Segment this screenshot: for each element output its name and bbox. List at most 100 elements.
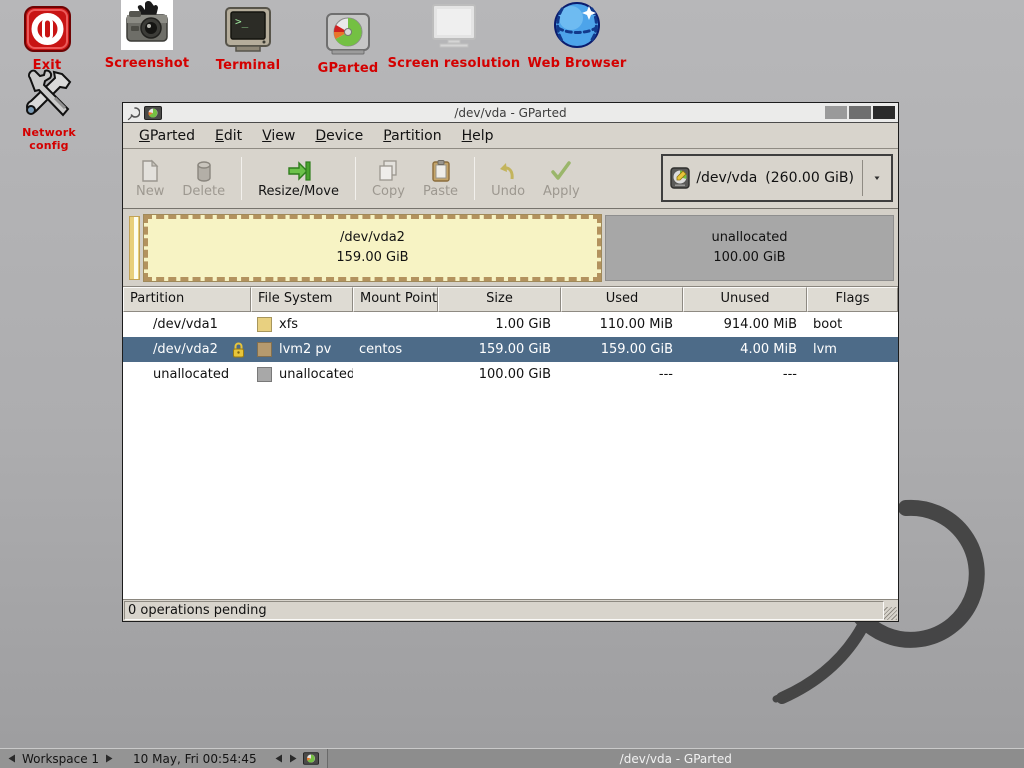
status-bar: 0 operations pending: [123, 600, 898, 621]
taskbar-task-gparted[interactable]: /dev/vda - GParted: [327, 749, 1024, 768]
toolbar-separator: [474, 157, 475, 200]
menu-help[interactable]: Help: [452, 124, 504, 148]
undo-icon: [496, 159, 520, 183]
svg-text:>_: >_: [235, 15, 249, 28]
desktop-icon-label: Screen resolution: [386, 56, 522, 71]
new-partition-icon: [138, 159, 162, 183]
minimize-button[interactable]: [825, 106, 847, 119]
resize-grip[interactable]: [884, 607, 897, 620]
cell-partition: unallocated: [123, 367, 251, 382]
gparted-window: /dev/vda - GParted GParted Edit View Dev…: [122, 102, 899, 622]
desktop-icon-screenshot[interactable]: Screenshot: [96, 0, 198, 71]
cell-filesystem: xfs: [251, 317, 353, 332]
cell-filesystem: lvm2 pv: [251, 342, 353, 357]
toolbar-separator: [355, 157, 356, 200]
partition-table: Partition File System Mount Point Size U…: [123, 287, 898, 600]
lock-icon: [232, 342, 245, 358]
close-button[interactable]: [873, 106, 895, 119]
cell-flags: lvm: [807, 342, 898, 357]
device-name: /dev/vda: [696, 170, 757, 186]
workspace-prev-icon[interactable]: [8, 754, 16, 763]
cell-used: 159.00 GiB: [561, 342, 683, 357]
chevron-down-icon: [867, 173, 887, 183]
delete-button[interactable]: Delete: [173, 156, 234, 202]
menu-bar: GParted Edit View Device Partition Help: [123, 123, 898, 149]
partition-block-vda2-selected[interactable]: /dev/vda2 159.00 GiB: [144, 215, 601, 281]
fs-color-swatch: [257, 342, 272, 357]
partition-block-vda1[interactable]: [129, 216, 140, 280]
globe-icon: [518, 0, 636, 50]
menu-edit[interactable]: Edit: [205, 124, 252, 148]
monitor-icon: [386, 0, 522, 50]
column-header-unused[interactable]: Unused: [683, 287, 807, 312]
taskbar-gparted-icon[interactable]: [303, 752, 319, 765]
cell-size: 100.00 GiB: [438, 367, 561, 382]
apply-button[interactable]: Apply: [534, 156, 589, 202]
taskbar: Workspace 1 10 May, Fri 00:54:45 /dev/vd…: [0, 748, 1024, 768]
cell-size: 1.00 GiB: [438, 317, 561, 332]
column-header-filesystem[interactable]: File System: [251, 287, 353, 312]
column-header-size[interactable]: Size: [438, 287, 561, 312]
toolbar-separator: [241, 157, 242, 200]
menu-partition[interactable]: Partition: [373, 124, 451, 148]
undo-button[interactable]: Undo: [482, 156, 534, 202]
cell-mountpoint: centos: [353, 342, 438, 357]
cell-used: 110.00 MiB: [561, 317, 683, 332]
desktop-icon-network-config[interactable]: Network config: [2, 70, 96, 152]
table-row-unallocated[interactable]: unallocated unallocated 100.00 GiB --- -…: [123, 362, 898, 387]
partition-name: /dev/vda2: [340, 228, 405, 248]
cell-unused: ---: [683, 367, 807, 382]
desktop-icon-terminal[interactable]: >_ Terminal: [204, 2, 292, 73]
column-header-mountpoint[interactable]: Mount Point: [353, 287, 438, 312]
table-row-vda1[interactable]: /dev/vda1 xfs 1.00 GiB 110.00 MiB 914.00…: [123, 312, 898, 337]
partition-size: 159.00 GiB: [336, 248, 408, 268]
cell-unused: 4.00 MiB: [683, 342, 807, 357]
copy-icon: [376, 159, 400, 183]
copy-button[interactable]: Copy: [363, 156, 414, 202]
menu-device[interactable]: Device: [305, 124, 373, 148]
cell-used: ---: [561, 367, 683, 382]
task-prev-icon[interactable]: [275, 754, 283, 763]
partition-visual-bar: /dev/vda2 159.00 GiB unallocated 100.00 …: [123, 209, 898, 287]
fs-color-swatch: [257, 317, 272, 332]
exit-power-icon: [16, 2, 78, 52]
device-selector[interactable]: /dev/vda (260.00 GiB): [661, 154, 893, 202]
desktop-icon-exit[interactable]: Exit: [16, 2, 78, 73]
combo-separator: [862, 160, 863, 196]
paste-icon: [429, 159, 453, 183]
maximize-button[interactable]: [849, 106, 871, 119]
gparted-disk-icon: [304, 5, 392, 55]
partition-name: unallocated: [711, 228, 787, 248]
resize-move-icon: [286, 159, 312, 183]
table-row-vda2-selected[interactable]: /dev/vda2 lvm2 pv centos 159.00 GiB 159.…: [123, 337, 898, 362]
desktop-icon-web-browser[interactable]: Web Browser: [518, 0, 636, 71]
column-header-partition[interactable]: Partition: [123, 287, 251, 312]
delete-partition-icon: [192, 159, 216, 183]
desktop-icon-label: GParted: [304, 61, 392, 76]
column-header-used[interactable]: Used: [561, 287, 683, 312]
menu-gparted[interactable]: GParted: [129, 124, 205, 148]
menu-view[interactable]: View: [252, 124, 305, 148]
clock: 10 May, Fri 00:54:45: [133, 752, 257, 766]
desktop-icon-gparted[interactable]: GParted: [304, 5, 392, 76]
cell-filesystem: unallocated: [251, 367, 353, 382]
new-button[interactable]: New: [127, 156, 173, 202]
cell-flags: boot: [807, 317, 898, 332]
tools-icon: [2, 70, 96, 120]
resize-move-button[interactable]: Resize/Move: [249, 156, 348, 202]
workspace-next-icon[interactable]: [105, 754, 113, 763]
terminal-crt-icon: >_: [204, 2, 292, 52]
partition-block-unallocated[interactable]: unallocated 100.00 GiB: [605, 215, 894, 281]
desktop-icon-screen-resolution[interactable]: Screen resolution: [386, 0, 522, 71]
workspace-label[interactable]: Workspace 1: [22, 752, 99, 766]
desktop-icon-label: Screenshot: [96, 56, 198, 71]
device-size: (260.00 GiB): [765, 170, 854, 186]
column-header-flags[interactable]: Flags: [807, 287, 898, 312]
cell-size: 159.00 GiB: [438, 342, 561, 357]
desktop-icon-label: Network config: [2, 126, 96, 152]
paste-button[interactable]: Paste: [414, 156, 467, 202]
partition-size: 100.00 GiB: [713, 248, 785, 268]
operations-pending-status: 0 operations pending: [124, 601, 884, 620]
window-titlebar[interactable]: /dev/vda - GParted: [123, 103, 898, 123]
task-next-icon[interactable]: [289, 754, 297, 763]
